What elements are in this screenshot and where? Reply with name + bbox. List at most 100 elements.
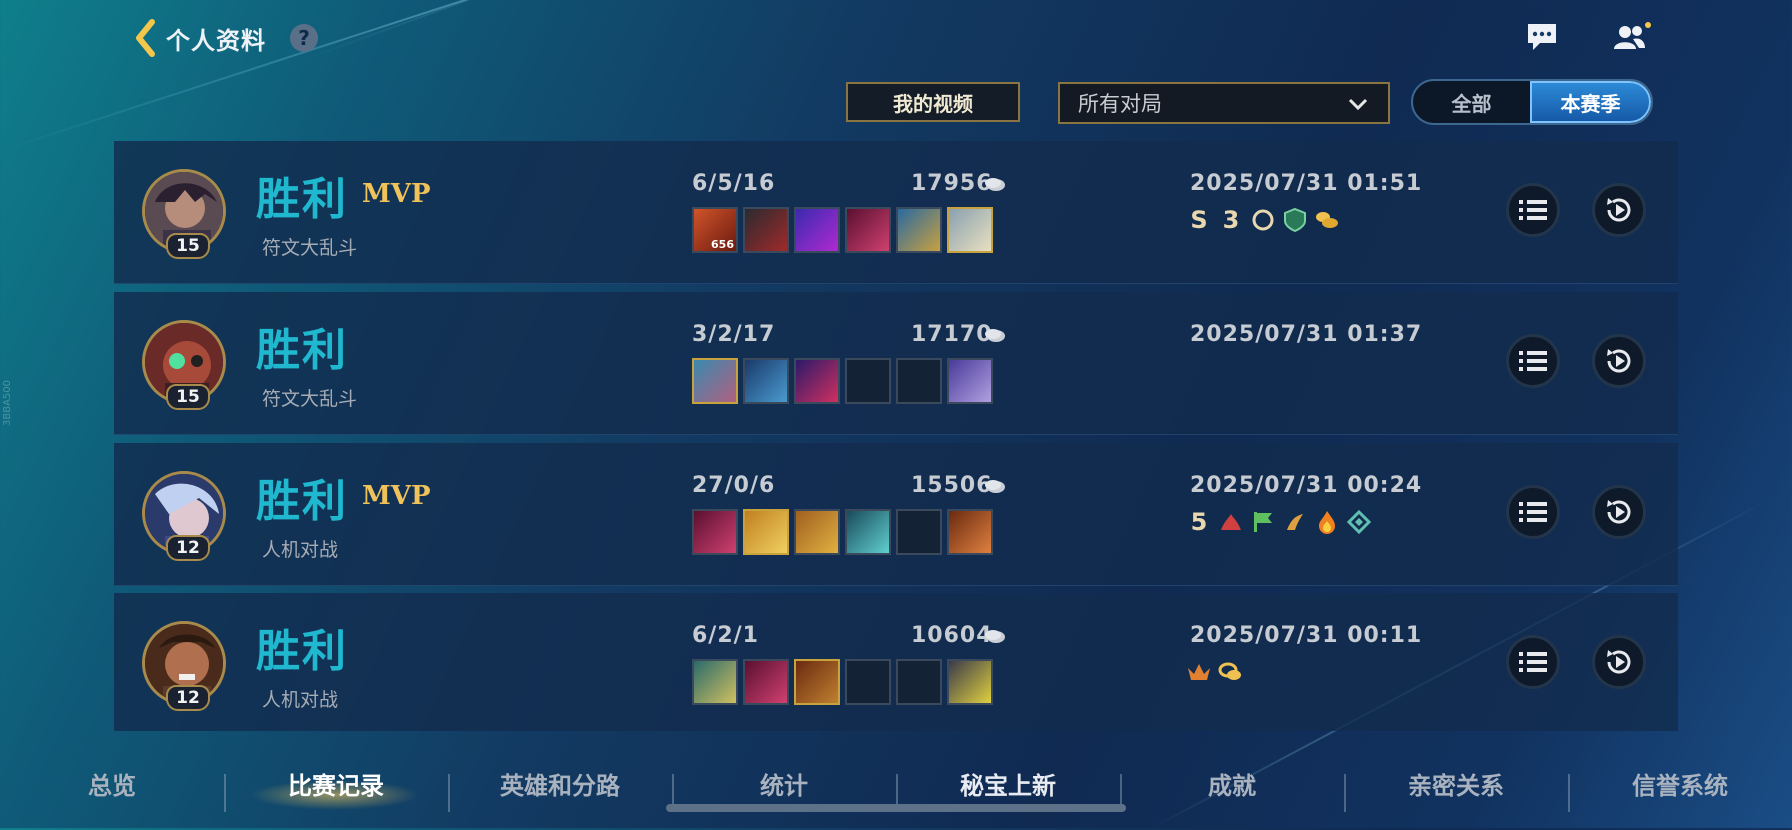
nav-scrollbar[interactable] xyxy=(666,804,1126,812)
item-slot[interactable] xyxy=(692,509,738,555)
item-slot[interactable] xyxy=(896,207,942,253)
item-slot[interactable] xyxy=(794,358,840,404)
item-slot-empty xyxy=(896,659,942,705)
item-slot[interactable] xyxy=(794,509,840,555)
match-list: 15 胜利 MVP 符文大乱斗 6/5/16 17956 656 2025/07… xyxy=(114,141,1678,731)
match-replay-button[interactable] xyxy=(1592,635,1646,689)
match-result: 胜利 xyxy=(256,626,348,677)
item-slot[interactable] xyxy=(947,358,993,404)
match-replay-button[interactable] xyxy=(1592,485,1646,539)
tab-statistics[interactable]: 统计 xyxy=(672,766,896,801)
match-detail-button[interactable] xyxy=(1506,183,1560,237)
toggle-this-season[interactable]: 本赛季 xyxy=(1530,81,1651,123)
bottom-nav: 总览 比赛记录 英雄和分路 统计 秘宝上新 成就 亲密关系 信誉系统 xyxy=(0,752,1792,828)
gold-earned: 15506 xyxy=(911,473,993,498)
tab-new-treasures[interactable]: 秘宝上新 xyxy=(896,766,1120,801)
kda: 27/0/6 xyxy=(692,473,776,498)
item-slot-empty xyxy=(896,509,942,555)
item-slot[interactable] xyxy=(947,509,993,555)
match-filter-select[interactable]: 所有对局 xyxy=(1058,82,1390,124)
toggle-all[interactable]: 全部 xyxy=(1413,81,1530,123)
game-mode: 人机对战 xyxy=(262,689,339,711)
item-build xyxy=(692,358,993,404)
tab-overview[interactable]: 总览 xyxy=(0,766,224,801)
bg-streak xyxy=(0,0,857,152)
coin-icon xyxy=(985,480,1005,493)
tab-achievements[interactable]: 成就 xyxy=(1120,766,1344,801)
help-icon[interactable]: ? xyxy=(290,24,318,52)
item-slot[interactable] xyxy=(692,358,738,404)
back-arrow-icon[interactable] xyxy=(130,18,160,58)
match-row[interactable]: 12 胜利 MVP 人机对战 27/0/6 15506 2025/07/31 0… xyxy=(114,443,1678,586)
replay-icon xyxy=(1607,198,1631,222)
match-row[interactable]: 12 胜利 人机对战 6/2/1 10604 2025/07/31 00:11 xyxy=(114,593,1678,731)
item-slot-empty xyxy=(845,659,891,705)
item-slot[interactable]: 656 xyxy=(692,207,738,253)
item-slot[interactable] xyxy=(743,659,789,705)
match-replay-button[interactable] xyxy=(1592,334,1646,388)
champion-level: 12 xyxy=(166,685,210,711)
achievement-badges: 5 xyxy=(1186,507,1372,537)
badge-diamond-icon xyxy=(1346,507,1372,537)
item-slot[interactable] xyxy=(845,509,891,555)
badge-gold-icon xyxy=(1314,205,1340,235)
match-row[interactable]: 15 胜利 符文大乱斗 3/2/17 17170 2025/07/31 01:3… xyxy=(114,292,1678,435)
coin-icon xyxy=(985,329,1005,342)
item-slot[interactable] xyxy=(692,659,738,705)
match-replay-button[interactable] xyxy=(1592,183,1646,237)
badge-flag-icon xyxy=(1250,507,1276,537)
my-video-button[interactable]: 我的视频 xyxy=(846,82,1020,122)
match-detail-button[interactable] xyxy=(1506,635,1560,689)
list-icon xyxy=(1519,200,1547,220)
kda: 6/5/16 xyxy=(692,171,776,196)
coin-icon xyxy=(985,178,1005,191)
match-detail-button[interactable] xyxy=(1506,334,1560,388)
item-slot[interactable] xyxy=(845,207,891,253)
gold-earned: 10604 xyxy=(911,623,993,648)
tab-relationships[interactable]: 亲密关系 xyxy=(1344,766,1568,801)
badge-assist-icon xyxy=(1250,205,1276,235)
page-title: 个人资料 xyxy=(166,26,266,55)
champion-level: 15 xyxy=(166,233,210,259)
match-row[interactable]: 15 胜利 MVP 符文大乱斗 6/5/16 17956 656 2025/07… xyxy=(114,141,1678,284)
mvp-badge: MVP xyxy=(362,481,431,511)
match-datetime: 2025/07/31 00:24 xyxy=(1190,473,1423,498)
mvp-badge: MVP xyxy=(362,179,431,209)
side-code: 3BBA500 xyxy=(2,380,13,427)
badge-claw-icon xyxy=(1282,507,1308,537)
gold-earned: 17170 xyxy=(911,322,993,347)
item-slot[interactable] xyxy=(794,207,840,253)
match-result: 胜利 xyxy=(256,325,348,376)
item-slot[interactable] xyxy=(947,659,993,705)
match-detail-button[interactable] xyxy=(1506,485,1560,539)
item-slot[interactable] xyxy=(743,207,789,253)
kda: 6/2/1 xyxy=(692,623,759,648)
match-result: 胜利 xyxy=(256,174,348,225)
replay-icon xyxy=(1607,650,1631,674)
item-slot[interactable] xyxy=(743,509,789,555)
tab-honor-system[interactable]: 信誉系统 xyxy=(1568,766,1792,801)
item-slot[interactable] xyxy=(794,659,840,705)
badge-triple-kill-icon: 3 xyxy=(1222,206,1240,234)
chat-icon[interactable] xyxy=(1525,22,1559,52)
header: 个人资料 ? xyxy=(130,16,318,60)
friends-icon[interactable] xyxy=(1612,22,1652,52)
champion-level: 15 xyxy=(166,384,210,410)
badge-fire-icon xyxy=(1314,507,1340,537)
replay-icon xyxy=(1607,500,1631,524)
list-icon xyxy=(1519,351,1547,371)
item-slot[interactable] xyxy=(743,358,789,404)
item-build: 656 xyxy=(692,207,993,253)
item-slot-empty xyxy=(845,358,891,404)
item-build xyxy=(692,659,993,705)
item-slot[interactable] xyxy=(947,207,993,253)
tab-champions-roles[interactable]: 英雄和分路 xyxy=(448,766,672,801)
badge-s-icon: S xyxy=(1190,206,1208,234)
list-icon xyxy=(1519,652,1547,672)
match-datetime: 2025/07/31 00:11 xyxy=(1190,623,1423,648)
achievement-badges xyxy=(1186,657,1244,687)
season-toggle: 全部 本赛季 xyxy=(1411,79,1653,125)
badge-penta-kill-icon: 5 xyxy=(1190,508,1208,536)
achievement-badges: S 3 xyxy=(1186,205,1340,235)
tab-match-history[interactable]: 比赛记录 xyxy=(224,766,448,801)
